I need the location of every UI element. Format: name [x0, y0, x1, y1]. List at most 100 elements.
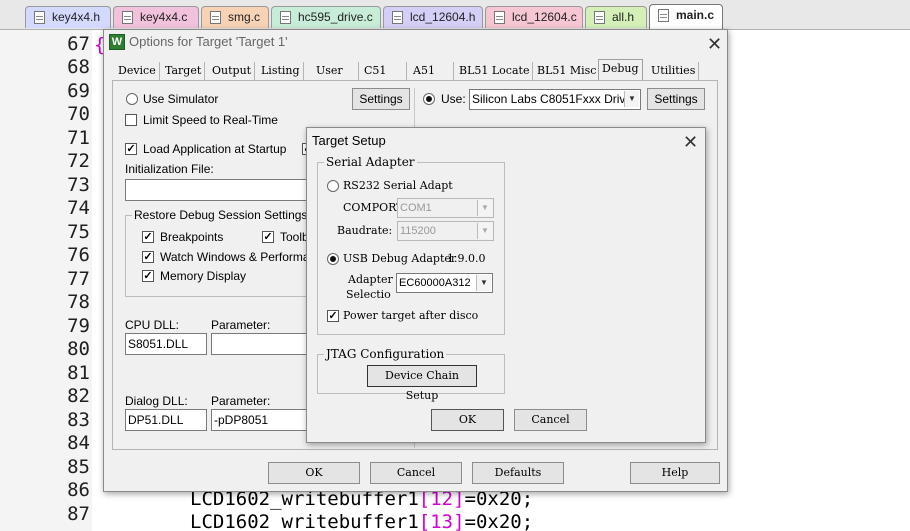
baudrate-label: Baudrate:: [337, 224, 393, 237]
file-icon: [392, 11, 403, 24]
line-number-gutter: 67 68 69 70 71 72 73 74 75 76 77 78 79 8…: [0, 30, 92, 531]
watch-windows-checkbox[interactable]: ✓: [142, 251, 154, 263]
memory-display-label: Memory Display: [160, 269, 247, 283]
defaults-button[interactable]: Defaults: [472, 462, 564, 484]
tab-output[interactable]: Output: [209, 62, 256, 80]
line-number: 71: [67, 127, 90, 149]
ide-window: key4x4.h key4x4.c smg.c hc595_drive.c lc…: [0, 0, 910, 531]
file-tab-label: all.h: [612, 10, 635, 24]
initialization-file-label: Initialization File:: [125, 162, 214, 176]
line-number: 67: [67, 33, 90, 55]
target-cancel-button[interactable]: Cancel: [514, 409, 587, 431]
tab-target[interactable]: Target: [162, 62, 206, 80]
tab-c51[interactable]: C51: [361, 62, 407, 80]
memory-display-checkbox[interactable]: ✓: [142, 270, 154, 282]
use-simulator-label: Use Simulator: [143, 92, 219, 106]
file-tab-label: lcd_12604.c: [512, 10, 577, 24]
driver-settings-button[interactable]: Settings: [647, 88, 705, 110]
tab-bl51-misc[interactable]: BL51 Misc: [534, 62, 601, 80]
device-chain-setup-button[interactable]: Device Chain Setup: [367, 365, 477, 402]
close-icon[interactable]: ✕: [707, 35, 722, 53]
file-tab-label: main.c: [676, 8, 715, 22]
file-tab-all-h[interactable]: all.h: [585, 6, 647, 28]
file-tab-main-c[interactable]: main.c: [649, 4, 723, 30]
line-number: 85: [67, 456, 90, 478]
comport-select[interactable]: COM1 ▼: [397, 198, 494, 218]
tab-device[interactable]: Device: [115, 62, 160, 80]
cpu-parameter-input[interactable]: [211, 333, 310, 355]
help-button[interactable]: Help: [630, 462, 720, 484]
toolbox-checkbox[interactable]: ✓: [262, 231, 274, 243]
usb-adapter-version: 1.9.0.0: [447, 252, 486, 265]
limit-speed-checkbox[interactable]: [125, 114, 137, 126]
file-tab-smg-c[interactable]: smg.c: [201, 6, 269, 28]
adapter-selection-value: EC60000A312: [399, 277, 471, 289]
file-icon: [594, 11, 605, 24]
line-number: 79: [67, 315, 90, 337]
tab-debug[interactable]: Debug: [598, 59, 643, 81]
file-tab-key4x4-h[interactable]: key4x4.h: [25, 6, 111, 28]
load-application-checkbox[interactable]: ✓: [125, 143, 137, 155]
file-tab-bar: key4x4.h key4x4.c smg.c hc595_drive.c lc…: [0, 0, 910, 30]
dialog-dll-label: Dialog DLL:: [125, 394, 188, 408]
line-number: 78: [67, 291, 90, 313]
use-driver-radio[interactable]: [423, 93, 435, 105]
tab-listing[interactable]: Listing: [258, 62, 304, 80]
cancel-button[interactable]: Cancel: [370, 462, 462, 484]
ok-button[interactable]: OK: [268, 462, 360, 484]
cpu-dll-input[interactable]: S8051.DLL: [125, 333, 207, 355]
close-icon[interactable]: ✕: [683, 133, 698, 151]
line-number: 83: [67, 409, 90, 431]
code-index: [13]: [418, 511, 465, 531]
line-number: 68: [67, 56, 90, 78]
comport-value: COM1: [400, 202, 432, 214]
breakpoints-checkbox[interactable]: ✓: [142, 231, 154, 243]
jtag-configuration-title: JTAG Configuration: [324, 347, 447, 361]
tab-user[interactable]: User: [313, 62, 359, 80]
baudrate-value: 115200: [400, 225, 436, 237]
file-tab-label: smg.c: [228, 10, 261, 24]
tab-bl51-locate[interactable]: BL51 Locate: [456, 62, 534, 80]
file-icon: [122, 11, 133, 24]
line-number: 86: [67, 479, 90, 501]
dialog-parameter-label: Parameter:: [211, 394, 271, 408]
dialog-dll-input[interactable]: DP51.DLL: [125, 409, 207, 431]
use-driver-label: Use:: [441, 92, 466, 106]
rs232-radio[interactable]: [327, 180, 339, 192]
rs232-label: RS232 Serial Adapt: [343, 179, 453, 192]
chevron-down-icon: ▼: [477, 200, 492, 216]
chevron-down-icon: ▼: [476, 275, 491, 291]
file-tab-lcd-12604-h[interactable]: lcd_12604.h: [383, 6, 483, 28]
keil-app-icon: W: [109, 34, 125, 50]
adapter-selection-select[interactable]: EC60000A312 ▼: [396, 273, 493, 293]
line-number: 70: [67, 103, 90, 125]
target-ok-button[interactable]: OK: [431, 409, 504, 431]
line-number: 69: [67, 80, 90, 102]
target-setup-title: Target Setup: [312, 133, 386, 148]
line-number: 82: [67, 385, 90, 407]
baudrate-select[interactable]: 115200 ▼: [397, 221, 494, 241]
adapter-selection-label: Adapter: [348, 273, 393, 286]
code-text: LCD1602_writebuffer1: [190, 511, 419, 531]
file-tab-key4x4-c[interactable]: key4x4.c: [113, 6, 199, 28]
chevron-down-icon: ▼: [477, 223, 492, 239]
usb-debug-adapter-radio[interactable]: [327, 253, 339, 265]
simulator-settings-button[interactable]: Settings: [352, 88, 410, 110]
adapter-selection-label-2: Selectio: [346, 288, 391, 301]
power-target-checkbox[interactable]: ✓: [327, 310, 339, 322]
cpu-parameter-label: Parameter:: [211, 318, 271, 332]
debug-driver-select[interactable]: Silicon Labs C8051Fxxx Driver ▼: [469, 89, 641, 110]
code-text: =0x20;: [464, 511, 534, 531]
watch-windows-label: Watch Windows & Performance: [160, 250, 329, 264]
file-tab-label: key4x4.c: [140, 10, 188, 24]
file-icon: [494, 11, 505, 24]
tab-utilities[interactable]: Utilities: [648, 62, 700, 80]
dialog-parameter-input[interactable]: -pDP8051: [211, 409, 310, 431]
initialization-file-input[interactable]: [125, 179, 310, 201]
file-tab-hc595-drive-c[interactable]: hc595_drive.c: [271, 6, 381, 28]
file-tab-lcd-12604-c[interactable]: lcd_12604.c: [485, 6, 583, 28]
tab-a51[interactable]: A51: [410, 62, 454, 80]
serial-adapter-title: Serial Adapter: [324, 155, 417, 169]
use-simulator-radio[interactable]: [126, 93, 138, 105]
code-line[interactable]: LCD1602_writebuffer1[13]=0x20;: [190, 511, 533, 531]
